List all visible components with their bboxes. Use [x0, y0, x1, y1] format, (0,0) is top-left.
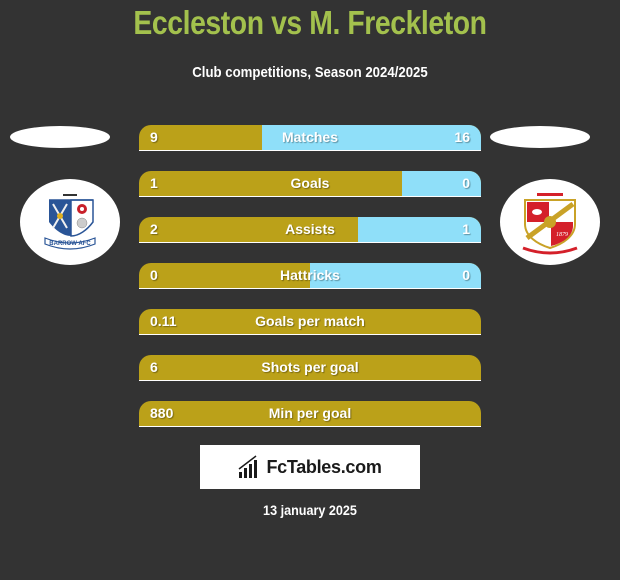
stat-row-goals: 1 Goals 0: [139, 171, 481, 197]
stat-label: Hattricks: [280, 267, 340, 283]
stat-row-assists: 2 Assists 1: [139, 217, 481, 243]
stat-row-goals-per-match: 0.11 Goals per match: [139, 309, 481, 335]
left-player-placeholder: [10, 126, 110, 148]
barrow-crest-text: BARROW AFC: [49, 241, 91, 247]
swindon-crest-year: 1879: [556, 232, 568, 238]
stat-row-min-per-goal: 880 Min per goal: [139, 401, 481, 427]
stat-label: Min per goal: [268, 405, 352, 421]
stat-label: Goals per match: [255, 313, 365, 329]
right-value: 0: [462, 267, 470, 283]
right-player-placeholder: [490, 126, 590, 148]
right-value: 16: [454, 129, 470, 145]
stat-row-shots-per-goal: 6 Shots per goal: [139, 355, 481, 381]
stat-label: Shots per goal: [261, 359, 359, 375]
stat-label: Goals: [290, 175, 330, 191]
swindon-town-crest-icon[interactable]: 1879: [500, 179, 600, 265]
competition-subtitle: Club competitions, Season 2024/2025: [192, 64, 428, 81]
stat-row-hattricks: 0 Hattricks 0: [139, 263, 481, 289]
right-value: 0: [462, 175, 470, 191]
barrow-afc-crest-icon[interactable]: BARROW AFC: [20, 179, 120, 265]
page-title: Eccleston vs M. Freckleton: [133, 4, 487, 41]
bar-chart-icon: [238, 455, 258, 478]
brand-name: FcTables.com: [266, 456, 382, 477]
right-value: 1: [462, 221, 470, 237]
stat-label: Matches: [281, 129, 339, 145]
fctables-logo[interactable]: FcTables.com: [200, 445, 420, 489]
date-label: 13 january 2025: [263, 502, 357, 518]
stat-label: Assists: [285, 221, 335, 237]
stat-row-matches: 9 Matches 16: [139, 125, 481, 151]
